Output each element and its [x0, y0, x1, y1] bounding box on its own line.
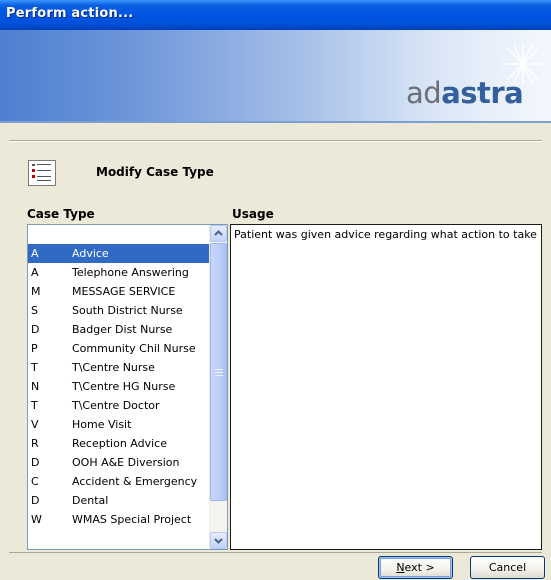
list-item[interactable]: D Dental [28, 491, 227, 510]
scroll-up-button[interactable] [210, 225, 227, 242]
banner-underline [0, 121, 551, 123]
scroll-thumb[interactable] [210, 243, 227, 501]
usage-label: Usage [232, 207, 274, 221]
logo-text-regular: ad [406, 76, 442, 110]
cancel-label: Cancel [488, 561, 527, 574]
case-type-label: Case Type [27, 207, 95, 221]
footer-divider [9, 552, 542, 553]
case-type-code: T [31, 399, 38, 412]
title-bar[interactable]: Perform action... [0, 0, 551, 30]
case-type-code: V [31, 418, 39, 431]
case-type-description: T\Centre Nurse [72, 361, 155, 374]
case-type-list[interactable]: A Advice A Telephone Answering M MESSAGE SERV… [27, 224, 228, 550]
list-item[interactable]: R Reception Advice [28, 434, 227, 453]
list-item[interactable]: T T\Centre Nurse [28, 358, 227, 377]
case-type-description: OOH A&E Diversion [72, 456, 180, 469]
case-type-code: C [31, 475, 39, 488]
list-item[interactable]: W WMAS Special Project [28, 510, 227, 529]
list-item[interactable]: A Advice [28, 244, 227, 263]
thumb-grip-line [215, 375, 223, 376]
thumb-grip-line [215, 369, 223, 370]
case-type-description: T\Centre HG Nurse [72, 380, 176, 393]
list-item[interactable]: A Telephone Answering [28, 263, 227, 282]
list-item[interactable]: C Accident & Emergency [28, 472, 227, 491]
case-type-code: R [31, 437, 39, 450]
case-type-code: D [31, 323, 40, 336]
thumb-grip-line [215, 372, 223, 373]
header-divider-highlight [9, 141, 542, 142]
scroll-down-button[interactable] [210, 532, 227, 549]
case-type-description: Dental [72, 494, 109, 507]
list-blank-row[interactable] [28, 225, 227, 244]
case-type-description: WMAS Special Project [72, 513, 192, 526]
logo-text-bold: astra [441, 76, 524, 110]
case-type-description: Home Visit [72, 418, 132, 431]
cancel-button[interactable]: Cancel [470, 556, 545, 579]
case-type-description: MESSAGE SERVICE [72, 285, 176, 298]
case-type-description: Advice [72, 247, 109, 260]
list-item[interactable]: M MESSAGE SERVICE [28, 282, 227, 301]
page-title: Modify Case Type [96, 165, 214, 179]
usage-text: Patient was given advice regarding what … [234, 228, 537, 241]
case-type-description: T\Centre Doctor [72, 399, 160, 412]
form-checklist-icon [28, 160, 56, 186]
list-item[interactable]: T T\Centre Doctor [28, 396, 227, 415]
list-item[interactable]: N T\Centre HG Nurse [28, 377, 227, 396]
next-mnemonic: N [396, 561, 405, 574]
case-type-code: A [31, 247, 39, 260]
next-button[interactable]: Next > [378, 556, 453, 579]
chevron-down-icon [214, 538, 223, 544]
list-item[interactable]: S South District Nurse [28, 301, 227, 320]
list-item[interactable]: D OOH A&E Diversion [28, 453, 227, 472]
chevron-up-icon [214, 230, 223, 236]
list-item[interactable]: D Badger Dist Nurse [28, 320, 227, 339]
adastra-logo: adastra [406, 76, 524, 110]
case-type-description: South District Nurse [72, 304, 183, 317]
window-title: Perform action... [6, 6, 134, 21]
case-type-code: T [31, 361, 38, 374]
next-label: ext > [404, 561, 435, 574]
list-item[interactable]: P Community Chil Nurse [28, 339, 227, 358]
usage-textbox[interactable]: Patient was given advice regarding what … [230, 224, 542, 550]
case-type-code: P [31, 342, 38, 355]
case-type-code: D [31, 456, 40, 469]
case-type-description: Accident & Emergency [72, 475, 198, 488]
case-type-code: M [31, 285, 41, 298]
case-type-code: D [31, 494, 40, 507]
case-type-code: S [31, 304, 38, 317]
list-item[interactable]: V Home Visit [28, 415, 227, 434]
case-type-code: W [31, 513, 42, 526]
list-scrollbar[interactable] [209, 225, 227, 549]
case-type-code: A [31, 266, 39, 279]
case-type-code: N [31, 380, 40, 393]
case-type-description: Community Chil Nurse [72, 342, 196, 355]
case-type-description: Telephone Answering [72, 266, 189, 279]
case-type-description: Reception Advice [72, 437, 167, 450]
case-type-description: Badger Dist Nurse [72, 323, 173, 336]
